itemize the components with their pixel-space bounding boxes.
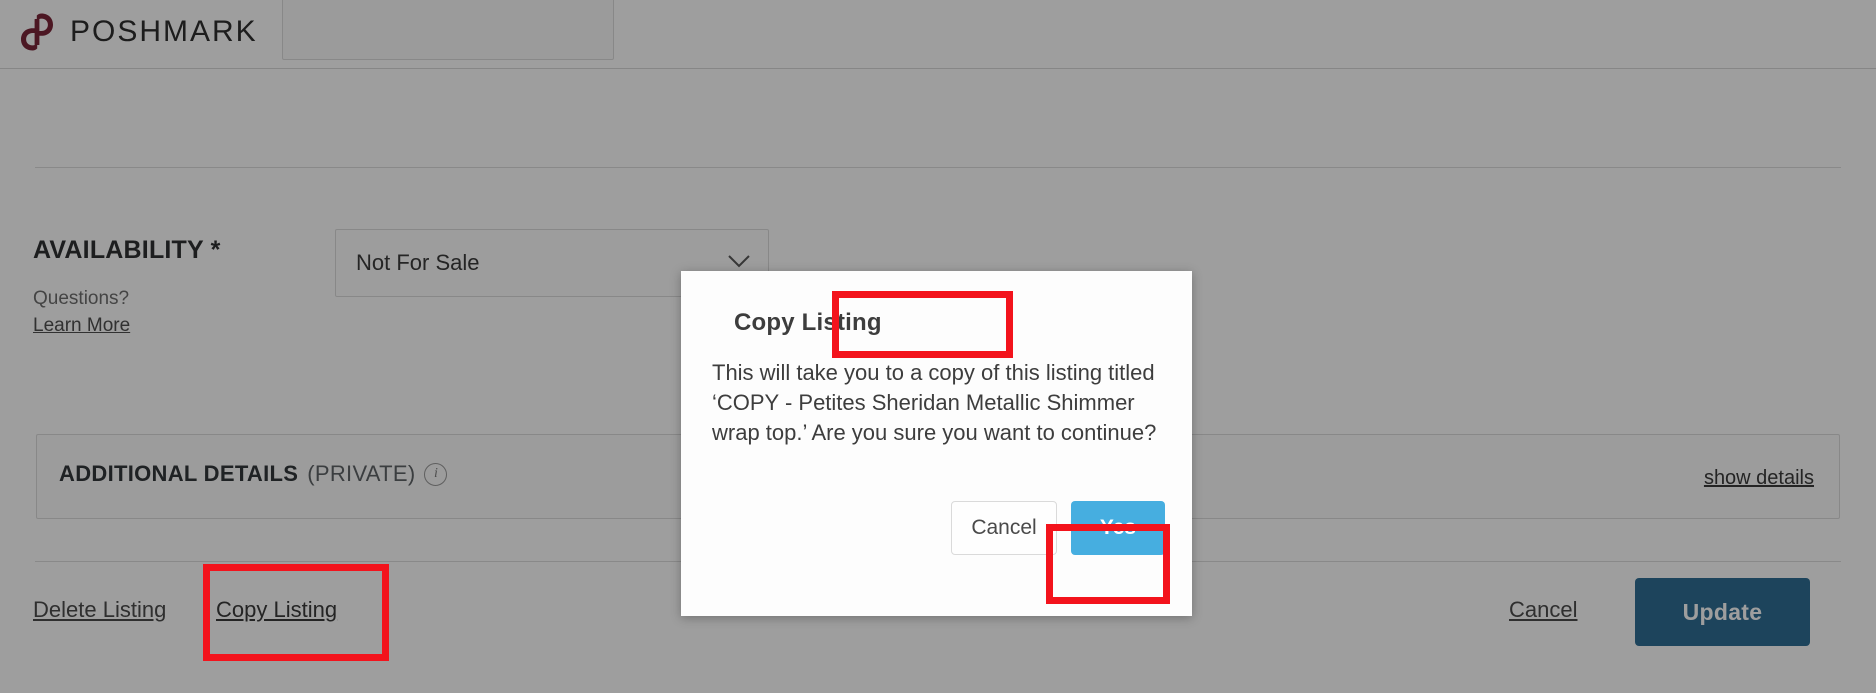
modal-body-text: This will take you to a copy of this lis… bbox=[712, 360, 1157, 445]
modal-title: Copy Listing bbox=[734, 309, 882, 336]
copy-listing-modal: Copy Listing This will take you to a cop… bbox=[681, 271, 1192, 616]
modal-action-row: Cancel Yes bbox=[681, 501, 1192, 555]
page-root: POSHMARK AVAILABILITY * Questions? Learn… bbox=[0, 0, 1876, 693]
modal-confirm-yes-button[interactable]: Yes bbox=[1071, 501, 1165, 555]
modal-cancel-button[interactable]: Cancel bbox=[951, 501, 1057, 555]
